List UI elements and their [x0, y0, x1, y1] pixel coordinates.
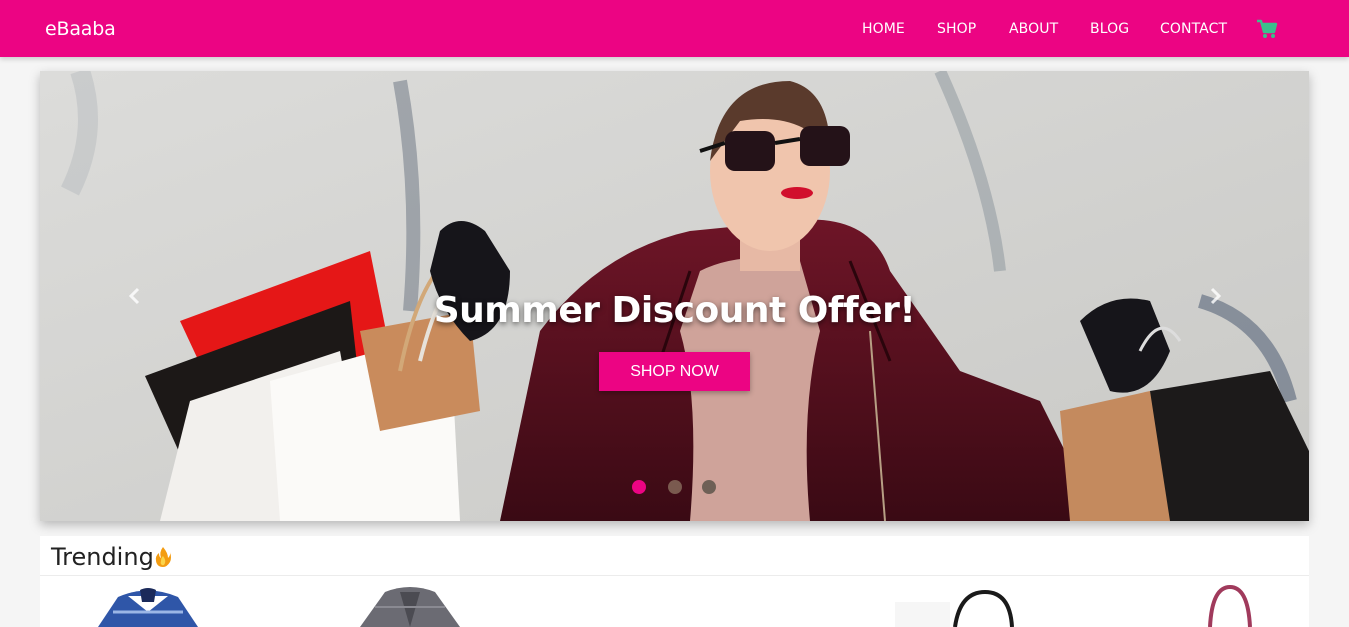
navbar: eBaaba HOME SHOP ABOUT BLOG CONTACT	[0, 0, 1349, 57]
brand-logo[interactable]: eBaaba	[45, 18, 116, 40]
trending-header: Trending	[40, 536, 1309, 576]
nav-about-link[interactable]: ABOUT	[1009, 21, 1058, 37]
fire-icon	[154, 546, 172, 573]
product-cardigan-image[interactable]	[345, 582, 475, 627]
nav-home-link[interactable]: HOME	[862, 21, 905, 37]
carousel-indicator-1[interactable]	[632, 480, 646, 494]
carousel-indicator-2[interactable]	[668, 480, 682, 494]
trending-title: Trending	[51, 543, 154, 571]
nav-shop-link[interactable]: SHOP	[937, 21, 976, 37]
trending-section: Trending	[40, 536, 1309, 627]
carousel-indicator-3[interactable]	[702, 480, 716, 494]
shopping-cart-icon[interactable]	[1256, 19, 1278, 39]
product-handbag-image[interactable]	[1200, 582, 1260, 627]
product-bag-image[interactable]	[890, 582, 1020, 627]
hero-carousel: Summer Discount Offer! SHOP NOW	[40, 71, 1309, 521]
carousel-caption: Summer Discount Offer!	[433, 290, 916, 331]
nav-contact-link[interactable]: CONTACT	[1160, 21, 1227, 37]
product-shirt-image[interactable]	[88, 582, 208, 627]
nav-blog-link[interactable]: BLOG	[1090, 21, 1129, 37]
shop-now-button[interactable]: SHOP NOW	[599, 352, 750, 391]
